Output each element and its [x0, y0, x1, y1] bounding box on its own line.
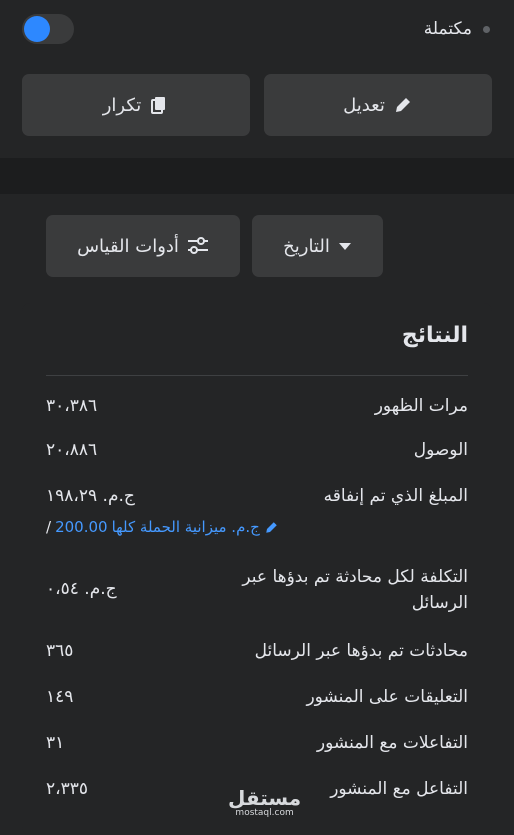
- status-label: مكتملة: [423, 19, 472, 39]
- toggle-knob: [24, 16, 50, 42]
- metric-row-impressions: مرات الظهور ٣٠،٣٨٦: [46, 393, 468, 433]
- campaign-budget-link[interactable]: / 200.00 ج.م. ميزانية الحملة كلها: [46, 518, 279, 536]
- metric-row-conversations: محادثات تم بدؤها عبر الرسائل ٣٦٥: [46, 638, 468, 678]
- metric-label: التفاعلات مع المنشور: [316, 733, 468, 753]
- metric-value: ٣٦٥: [46, 641, 74, 661]
- metric-label: المبلغ الذي تم إنفاقه: [323, 486, 468, 506]
- results-title: النتائج: [401, 323, 468, 348]
- metric-row-amount-spent: المبلغ الذي تم إنفاقه ج.م. ١٩٨،٢٩: [46, 483, 468, 523]
- date-dropdown-label: التاريخ: [283, 235, 330, 257]
- separator-band: [0, 158, 514, 194]
- top-panel: مكتملة تعديل تكرار: [0, 0, 514, 158]
- metric-label: الوصول: [413, 440, 468, 460]
- measurement-tools-button[interactable]: أدوات القياس: [46, 215, 240, 277]
- measurement-tools-label: أدوات القياس: [77, 235, 179, 257]
- copy-icon: [149, 95, 169, 115]
- metric-value: ٢،٣٣٥: [46, 779, 89, 799]
- metric-value: ١٤٩: [46, 687, 74, 707]
- edit-button-label: تعديل: [343, 94, 385, 116]
- results-divider: [46, 375, 468, 376]
- budget-amount: 200.00: [55, 518, 108, 536]
- watermark-brand: مستقل: [228, 786, 302, 810]
- caret-down-icon: [338, 241, 352, 251]
- duplicate-button[interactable]: تكرار: [22, 74, 250, 136]
- mostaql-watermark: مستقل mostaql.com: [228, 788, 301, 818]
- metric-label: التفاعل مع المنشور: [330, 779, 468, 799]
- status-toggle[interactable]: [22, 14, 74, 44]
- metric-label: مرات الظهور: [374, 396, 468, 416]
- metric-value: ٢٠،٨٨٦: [46, 440, 98, 460]
- metric-row-post-reactions: التفاعلات مع المنشور ٣١: [46, 730, 468, 770]
- metric-row-cost-per-conversation: التكلفة لكل محادثة تم بدؤها عبر الرسائل …: [46, 564, 468, 620]
- sliders-icon: [187, 237, 209, 255]
- metric-value: ٣٠،٣٨٦: [46, 396, 98, 416]
- metric-row-post-comments: التعليقات على المنشور ١٤٩: [46, 684, 468, 724]
- budget-edit-pencil-icon: [264, 520, 279, 535]
- edit-button[interactable]: تعديل: [264, 74, 492, 136]
- budget-text: ج.م. ميزانية الحملة كلها: [111, 518, 260, 536]
- pencil-icon: [393, 95, 413, 115]
- metric-value: ٣١: [46, 733, 65, 753]
- metric-label: التعليقات على المنشور: [306, 687, 468, 707]
- date-dropdown[interactable]: التاريخ: [252, 215, 383, 277]
- budget-separator: /: [46, 518, 52, 536]
- metric-label: التكلفة لكل محادثة تم بدؤها عبر الرسائل: [242, 567, 468, 613]
- metric-value: ج.م. ١٩٨،٢٩: [46, 486, 135, 506]
- status-dot-icon: [483, 26, 490, 33]
- metric-label: محادثات تم بدؤها عبر الرسائل: [254, 641, 468, 661]
- status-row: مكتملة: [0, 14, 514, 46]
- watermark-domain: mostaql.com: [235, 808, 294, 818]
- metric-value: ج.م. ٠،٥٤: [46, 579, 117, 599]
- results-card: النتائج مرات الظهور ٣٠،٣٨٦ الوصول ٢٠،٨٨٦…: [22, 303, 492, 835]
- metric-row-reach: الوصول ٢٠،٨٨٦: [46, 437, 468, 477]
- duplicate-button-label: تكرار: [102, 94, 142, 116]
